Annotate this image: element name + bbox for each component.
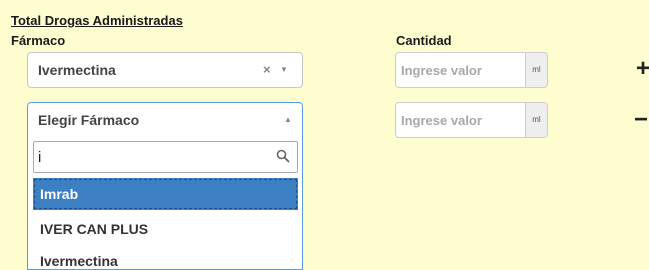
chevron-down-icon[interactable]: ▼ bbox=[280, 53, 288, 87]
unit-addon-2: ml bbox=[525, 103, 547, 137]
cantidad-input-1[interactable] bbox=[401, 61, 521, 79]
section-title: Total Drogas Administradas bbox=[11, 13, 183, 28]
farmaco-select-1[interactable]: Ivermectina × ▼ bbox=[27, 52, 303, 88]
chevron-up-icon[interactable]: ▲ bbox=[284, 103, 292, 137]
dropdown-search-input[interactable] bbox=[38, 148, 268, 166]
farmaco-select-2-value: Elegir Fármaco bbox=[38, 112, 140, 128]
cantidad-column-label: Cantidad bbox=[396, 33, 452, 48]
farmaco-select-2[interactable]: Elegir Fármaco ▲ bbox=[27, 102, 303, 138]
remove-row-button[interactable]: − bbox=[634, 108, 648, 132]
add-row-button[interactable]: + bbox=[636, 57, 649, 81]
dropdown-option-imrab[interactable]: Imrab bbox=[33, 178, 298, 210]
search-icon bbox=[276, 149, 290, 163]
dropdown-option-ivermectina[interactable]: Ivermectina bbox=[33, 245, 298, 270]
unit-addon-1: ml bbox=[525, 53, 547, 87]
cantidad-field-1: ml bbox=[395, 52, 548, 88]
cantidad-input-2[interactable] bbox=[401, 111, 521, 129]
dropdown-option-iver-can-plus[interactable]: IVER CAN PLUS bbox=[33, 213, 298, 245]
cantidad-field-2: ml bbox=[395, 102, 548, 138]
farmaco-dropdown: Imrab IVER CAN PLUS Ivermectina bbox=[27, 137, 303, 270]
farmaco-column-label: Fármaco bbox=[11, 33, 66, 48]
farmaco-select-1-value: Ivermectina bbox=[38, 62, 116, 78]
dropdown-search bbox=[33, 141, 298, 173]
clear-icon[interactable]: × bbox=[263, 53, 271, 87]
